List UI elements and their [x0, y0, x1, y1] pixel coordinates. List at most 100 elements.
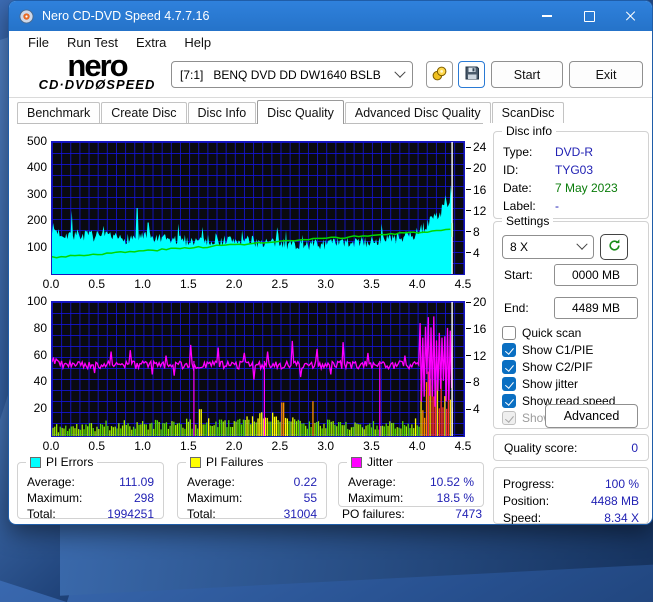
axis-tick — [466, 355, 471, 357]
tab-scandisc[interactable]: ScanDisc — [491, 102, 565, 123]
tab-create-disc[interactable]: Create Disc — [101, 102, 187, 123]
axis-label: 16 — [466, 322, 496, 336]
checkbox-icon — [502, 377, 516, 391]
logo-subtext: CD·DVDØSPEED — [38, 77, 156, 92]
stat-value: 298 — [133, 491, 154, 505]
app-icon — [19, 8, 34, 24]
menu-item-file[interactable]: File — [19, 32, 58, 53]
axis-label-text: 1.0 — [134, 439, 151, 453]
axis-label: 24 — [466, 140, 496, 154]
start-input[interactable] — [554, 264, 638, 286]
checkbox-icon — [502, 411, 516, 425]
axis-tick — [466, 252, 471, 254]
tab-advanced-disc-quality[interactable]: Advanced Disc Quality — [344, 102, 491, 123]
axis-label: 400 — [13, 160, 47, 174]
pi-failures-title: PI Failures — [206, 455, 264, 469]
save-icon — [464, 65, 480, 84]
options-icon — [431, 65, 448, 85]
pi-errors-title: PI Errors — [46, 455, 94, 469]
axis-label: 12 — [466, 204, 496, 218]
nero-logo: nero CD·DVDØSPEED — [23, 50, 171, 96]
po-failures-value: 7473 — [455, 507, 482, 521]
checkbox-icon — [502, 343, 516, 357]
axis-label-text: 8 — [473, 375, 480, 390]
axis-label: 500 — [13, 134, 47, 148]
axis-label-text: 2.5 — [271, 439, 289, 453]
refresh-button[interactable] — [600, 234, 628, 260]
stat-row: Total: 1994251 — [27, 507, 154, 522]
refresh-icon — [607, 238, 622, 256]
options-button[interactable] — [426, 61, 453, 88]
toolbar-separator — [9, 97, 652, 98]
stat-label: Total: — [187, 507, 216, 521]
axis-label-text: 200 — [26, 213, 47, 228]
axis-label-text: 4.0 — [408, 439, 426, 453]
disc-info-value: TYG03 — [555, 163, 594, 177]
stat-row: Average: 111.09 — [27, 475, 154, 490]
axis-label: 0.5 — [81, 277, 113, 291]
save-button[interactable] — [458, 61, 485, 88]
disc-info-label: Date: — [503, 181, 532, 195]
axis-label: 16 — [466, 183, 496, 197]
axis-label-text: 4.5 — [454, 439, 472, 453]
window-title: Nero CD-DVD Speed 4.7.7.16 — [42, 9, 210, 23]
start-label: Start: — [504, 268, 533, 282]
axis-label-text: 2.0 — [225, 277, 243, 291]
axis-label: 0.0 — [35, 439, 67, 453]
stat-row: Maximum: 298 — [27, 491, 154, 506]
progress-value: 8.34 X — [604, 511, 639, 525]
disc-info-row: Date: 7 May 2023 — [503, 181, 639, 196]
stat-row: Total: 31004 — [187, 507, 317, 522]
pi-errors-chart — [51, 141, 465, 275]
axis-label: 2.5 — [264, 277, 296, 291]
jitter-title: Jitter — [367, 455, 394, 469]
advanced-button[interactable]: Advanced — [545, 404, 638, 428]
checkbox-show-c1-pie[interactable]: Show C1/PIE — [502, 342, 593, 358]
axis-label-text: 12 — [473, 203, 487, 218]
tab-disc-quality[interactable]: Disc Quality — [257, 100, 344, 124]
checkbox-label: Quick scan — [522, 326, 582, 340]
tab-benchmark[interactable]: Benchmark — [17, 102, 101, 123]
axis-label: 20 — [466, 295, 496, 309]
axis-label: 200 — [13, 213, 47, 227]
checkbox-show-c2-pif[interactable]: Show C2/PIF — [502, 359, 593, 375]
drive-select[interactable]: [7:1] BENQ DVD DD DW1640 BSLB — [171, 61, 413, 88]
disc-info-row: Label: - — [503, 199, 639, 214]
close-button[interactable] — [610, 1, 652, 31]
axis-label: 0.0 — [35, 277, 67, 291]
end-input[interactable] — [554, 297, 638, 319]
menu-item-extra[interactable]: Extra — [127, 32, 175, 53]
checkbox-quick-scan[interactable]: Quick scan — [502, 325, 581, 341]
axis-label: 8 — [466, 225, 496, 239]
maximize-button[interactable] — [568, 1, 610, 31]
axis-label: 1.0 — [127, 277, 159, 291]
stat-label: Average: — [27, 475, 75, 489]
pi-failures-jitter-chart — [51, 301, 465, 437]
axis-label: 80 — [13, 321, 47, 335]
stat-value: 55 — [303, 491, 317, 505]
menu-item-help[interactable]: Help — [175, 32, 220, 53]
checkbox-label: Show C1/PIE — [522, 343, 594, 357]
axis-label: 100 — [13, 294, 47, 308]
checkbox-label: Show jitter — [522, 377, 579, 391]
checkbox-show-jitter[interactable]: Show jitter — [502, 376, 578, 392]
app-window: Nero CD-DVD Speed 4.7.7.16 File Run Test E… — [8, 0, 653, 525]
drive-select-value: [7:1] BENQ DVD DD DW1640 BSLB — [180, 67, 381, 82]
exit-button[interactable]: Exit — [569, 61, 643, 88]
axis-label: 3.0 — [310, 439, 342, 453]
disc-info-value: - — [555, 199, 559, 213]
disc-info-label: Type: — [503, 145, 533, 159]
stat-value: 111.09 — [119, 475, 154, 489]
axis-label-text: 3.5 — [363, 439, 380, 453]
tab-disc-info[interactable]: Disc Info — [187, 102, 257, 123]
axis-label-text: 8 — [473, 224, 480, 239]
axis-label: 3.5 — [355, 277, 387, 291]
quality-score-value: 0 — [631, 441, 638, 455]
disc-info-value: DVD-R — [555, 145, 593, 159]
axis-label: 0.5 — [81, 439, 113, 453]
minimize-button[interactable] — [526, 1, 568, 31]
scan-speed-select[interactable]: 8 X — [502, 235, 594, 259]
axis-label: 20 — [466, 161, 496, 175]
stat-value: 18.5 % — [436, 491, 474, 505]
start-button[interactable]: Start — [491, 61, 563, 88]
